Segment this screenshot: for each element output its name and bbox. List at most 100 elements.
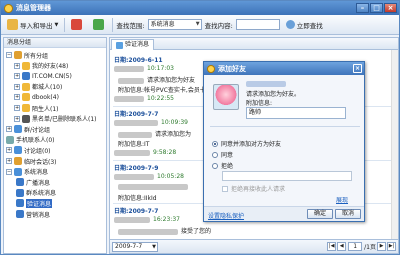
- search-scope-select[interactable]: 系统消息: [147, 19, 202, 30]
- group-icon: [22, 104, 30, 112]
- message-header: 10:17:03: [114, 65, 174, 72]
- sidebar-item[interactable]: 手机联系人(0): [6, 135, 55, 145]
- import-export-label: 导入和导出: [20, 21, 53, 30]
- radio-reject[interactable]: 拒绝: [212, 161, 233, 170]
- message-note: 附加信息:IT: [118, 141, 150, 148]
- window-title: 消息管理器: [16, 4, 51, 12]
- search-input[interactable]: [235, 19, 280, 30]
- sidebar-item[interactable]: − 系统消息: [6, 167, 48, 177]
- group-icon: [14, 146, 22, 155]
- sidebar-item[interactable]: − 所有分组: [6, 50, 48, 60]
- date-header: 日期:2009-7-7: [114, 111, 159, 118]
- sidebar-item[interactable]: 营销消息: [16, 209, 50, 219]
- sidebar-item-label: 营销消息: [26, 211, 51, 219]
- page-number-input[interactable]: 1: [348, 242, 363, 251]
- requester-name: [246, 80, 289, 87]
- redacted-name: [118, 77, 144, 84]
- vertical-scrollbar[interactable]: [391, 50, 398, 240]
- search-now-button[interactable]: 立即查找: [283, 17, 326, 32]
- expand-icon[interactable]: +: [14, 105, 20, 111]
- minimize-button[interactable]: –: [356, 3, 369, 13]
- sidebar-item[interactable]: + 群/讨论组: [6, 124, 50, 134]
- sidebar-item-label: 陌生人(1): [32, 105, 59, 113]
- no-more-requests-checkbox[interactable]: 拒绝再接收此人请求: [222, 184, 285, 193]
- tab-label: 验证消息: [125, 41, 150, 48]
- sidebar-item[interactable]: + dbook(4): [14, 92, 59, 102]
- sidebar-item[interactable]: + IT.COM.CN(5): [14, 71, 72, 81]
- qq-logo-icon: [207, 64, 215, 73]
- expand-icon[interactable]: +: [14, 94, 20, 101]
- maximize-button[interactable]: □: [370, 3, 383, 13]
- search-icon: [285, 20, 295, 29]
- sidebar-item[interactable]: + 都城人(10): [14, 82, 62, 92]
- message-header: 10:05:28: [114, 173, 184, 180]
- expand-icon[interactable]: +: [6, 126, 12, 133]
- close-button[interactable]: ×: [384, 3, 397, 13]
- expand-icon[interactable]: +: [14, 83, 20, 90]
- sidebar-item-label: 群系统消息: [26, 190, 57, 198]
- pager-bar: 2009-7-7 |◀ ◀ 1 /1页 ▶ ▶|: [110, 239, 398, 253]
- expand-icon[interactable]: +: [14, 73, 20, 80]
- collapse-icon[interactable]: −: [6, 168, 12, 175]
- request-text: 请求添加您为好友。: [246, 91, 301, 98]
- sidebar-item-label: dbook(4): [32, 93, 59, 101]
- sidebar-item-label: 黑名单/已删除联系人(1): [32, 116, 97, 124]
- first-page-button[interactable]: |◀: [327, 242, 337, 251]
- redacted-name: [114, 95, 144, 102]
- sidebar-item[interactable]: 验证消息: [16, 198, 53, 208]
- toolbar-divider: [112, 17, 114, 32]
- dialog-close-button[interactable]: ×: [353, 64, 362, 73]
- radio-accept-add[interactable]: 同意并添加对方为好友: [212, 139, 281, 148]
- next-page-button[interactable]: ▶: [377, 242, 386, 251]
- toolbar: 导入和导出 ▼ 查找范围: 系统消息 查找内容: 立即查找: [1, 15, 399, 35]
- sidebar-item-label: 手机联系人(0): [16, 137, 55, 145]
- message-header: 9:58:28: [114, 149, 176, 156]
- sidebar-item[interactable]: + 我的好友(48): [14, 61, 68, 71]
- privacy-settings-link[interactable]: 设置隐私保护: [208, 211, 244, 220]
- redacted-name: [114, 119, 158, 126]
- expand-icon[interactable]: +: [6, 147, 12, 154]
- last-page-button[interactable]: ▶|: [387, 242, 396, 251]
- refresh-button[interactable]: [90, 17, 109, 32]
- sidebar-item-label: IT.COM.CN(5): [32, 72, 72, 80]
- date-header: 日期:2009-7-7: [114, 208, 159, 215]
- import-export-button[interactable]: 导入和导出 ▼: [4, 17, 61, 32]
- expand-icon[interactable]: +: [14, 115, 20, 122]
- redacted-name: [114, 173, 154, 180]
- collapse-icon[interactable]: −: [6, 52, 12, 58]
- sidebar-item[interactable]: + 黑名单/已删除联系人(1): [14, 114, 97, 124]
- message-text: 请求添加您为好友: [118, 75, 195, 84]
- message-header: 10:09:39: [114, 119, 188, 126]
- group-icon: [14, 167, 22, 176]
- verification-icon: [116, 41, 123, 49]
- reject-reason-input[interactable]: [222, 171, 352, 181]
- qq-logo-icon: [4, 3, 13, 13]
- divider: [210, 126, 360, 127]
- expand-icon[interactable]: +: [14, 62, 20, 69]
- message-text: [118, 183, 191, 190]
- radio-accept[interactable]: 同意: [212, 150, 233, 159]
- expand-icon[interactable]: +: [6, 158, 12, 164]
- dialog-title: 添加好友: [218, 64, 246, 73]
- sidebar-item[interactable]: + 临时会话(3): [6, 156, 57, 166]
- sidebar-item-label: 都城人(10): [32, 84, 63, 92]
- ok-button[interactable]: 确定: [307, 209, 333, 219]
- sidebar-item[interactable]: + 讨论组(0): [6, 145, 51, 155]
- prev-page-button[interactable]: ◀: [337, 242, 347, 251]
- collapse-link[interactable]: 展现: [336, 195, 348, 204]
- extra-info-value: 路帅: [246, 107, 346, 119]
- sidebar-item[interactable]: + 陌生人(1): [14, 103, 59, 113]
- sidebar-item-label: 群/讨论组: [24, 126, 51, 134]
- date-picker[interactable]: 2009-7-7: [112, 241, 158, 252]
- sidebar-item[interactable]: 广播消息: [16, 177, 50, 187]
- search-now-label: 立即查找: [296, 21, 323, 30]
- checkbox-icon: [222, 185, 228, 192]
- radio-icon: [212, 151, 218, 158]
- tab-bar: 验证消息: [110, 38, 398, 50]
- redacted-name: [118, 228, 178, 235]
- delete-button[interactable]: [68, 17, 87, 32]
- tab-verification[interactable]: 验证消息: [111, 39, 155, 50]
- cancel-button[interactable]: 取消: [335, 209, 361, 219]
- sidebar-item[interactable]: 群系统消息: [16, 188, 56, 198]
- group-icon: [14, 125, 22, 134]
